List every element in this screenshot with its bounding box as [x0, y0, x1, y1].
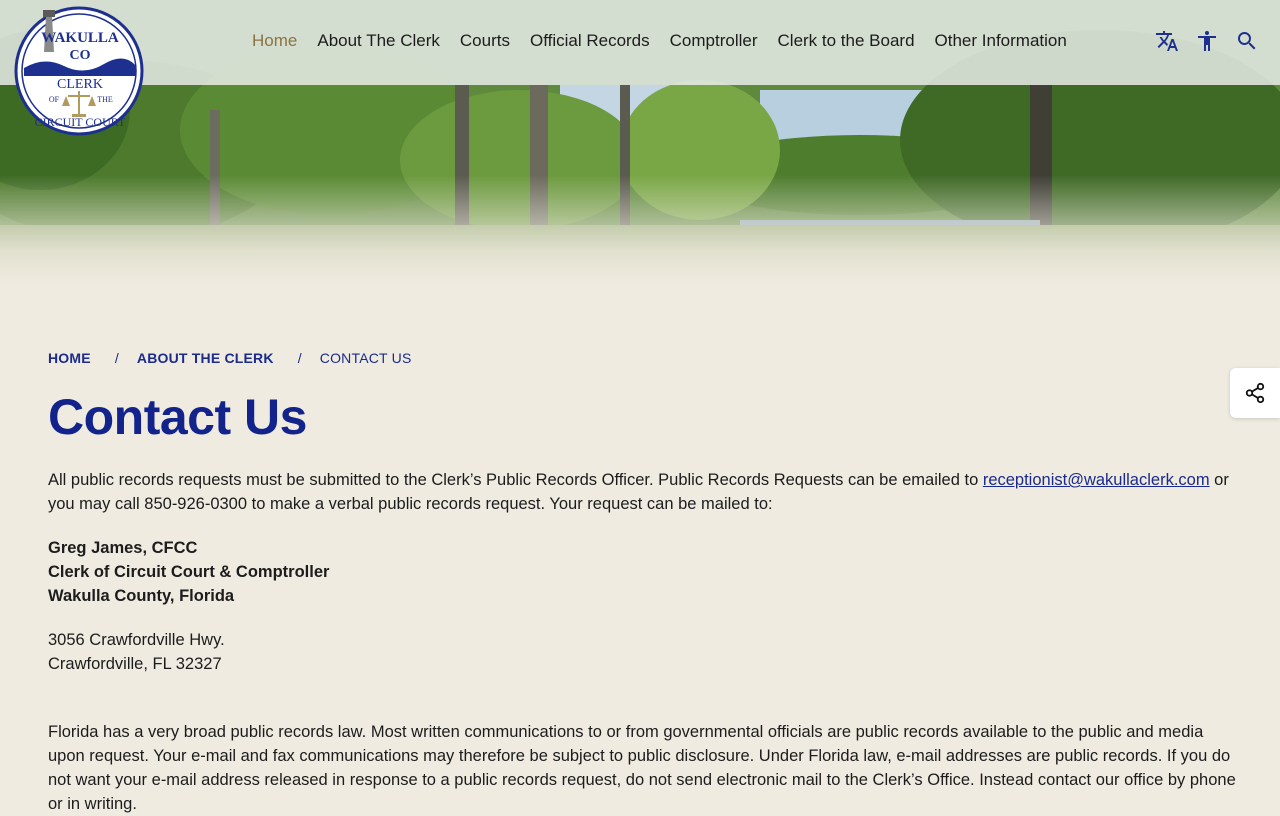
breadcrumb-about-the-clerk[interactable]: ABOUT THE CLERK	[137, 350, 274, 366]
site-header: Home About The Clerk Courts Official Rec…	[0, 0, 1280, 85]
share-button[interactable]	[1230, 368, 1280, 418]
mailing-address: 3056 Crawfordville Hwy. Crawfordville, F…	[48, 628, 1243, 676]
breadcrumb-separator: /	[297, 350, 302, 366]
main-nav: Home About The Clerk Courts Official Rec…	[242, 30, 1077, 52]
site-logo[interactable]: WAKULLA CO CLERK OF THE CIRCUIT COURT	[14, 6, 144, 136]
page-title: Contact Us	[48, 389, 307, 445]
recipient-county: Wakulla County, Florida	[48, 587, 235, 605]
clerk-seal-icon: WAKULLA CO CLERK OF THE CIRCUIT COURT	[14, 6, 144, 136]
nav-item-courts[interactable]: Courts	[450, 30, 520, 52]
logo-of-text: OF	[49, 95, 60, 104]
intro-paragraph: All public records requests must be subm…	[48, 468, 1243, 516]
share-icon	[1245, 382, 1265, 404]
header-icon-group	[1154, 28, 1260, 54]
translate-icon[interactable]	[1154, 28, 1180, 54]
intro-text-before: All public records requests must be subm…	[48, 471, 983, 489]
breadcrumb-separator: /	[114, 350, 119, 366]
breadcrumb-home[interactable]: HOME	[48, 350, 91, 366]
logo-bottom-text: CIRCUIT COURT	[35, 115, 126, 129]
breadcrumb: HOME / ABOUT THE CLERK / CONTACT US	[48, 340, 1243, 376]
hero-fade	[0, 175, 1280, 285]
logo-county-text: CO	[70, 48, 91, 63]
nav-item-official-records[interactable]: Official Records	[520, 30, 660, 52]
public-records-notice: Florida has a very broad public records …	[48, 723, 1236, 813]
recipient-title: Clerk of Circuit Court & Comptroller	[48, 563, 330, 581]
nav-item-about-the-clerk[interactable]: About The Clerk	[307, 30, 450, 52]
nav-item-clerk-to-the-board[interactable]: Clerk to the Board	[768, 30, 925, 52]
search-icon[interactable]	[1234, 28, 1260, 54]
accessibility-icon[interactable]	[1194, 28, 1220, 54]
main-content: HOME / ABOUT THE CLERK / CONTACT US Cont…	[48, 340, 1243, 816]
address-city: Crawfordville, FL 32327	[48, 655, 222, 673]
nav-item-home[interactable]: Home	[242, 30, 307, 52]
breadcrumb-current: CONTACT US	[319, 350, 412, 366]
email-link[interactable]: receptionist@wakullaclerk.com	[983, 471, 1210, 489]
logo-the-text: THE	[97, 95, 113, 104]
logo-top-text: WAKULLA	[41, 30, 119, 46]
recipient-name: Greg James, CFCC	[48, 539, 198, 557]
address-street: 3056 Crawfordville Hwy.	[48, 631, 225, 649]
logo-clerk-text: CLERK	[57, 77, 103, 92]
nav-item-comptroller[interactable]: Comptroller	[660, 30, 768, 52]
mailing-recipient: Greg James, CFCC Clerk of Circuit Court …	[48, 536, 1243, 608]
nav-item-other-information[interactable]: Other Information	[925, 30, 1077, 52]
